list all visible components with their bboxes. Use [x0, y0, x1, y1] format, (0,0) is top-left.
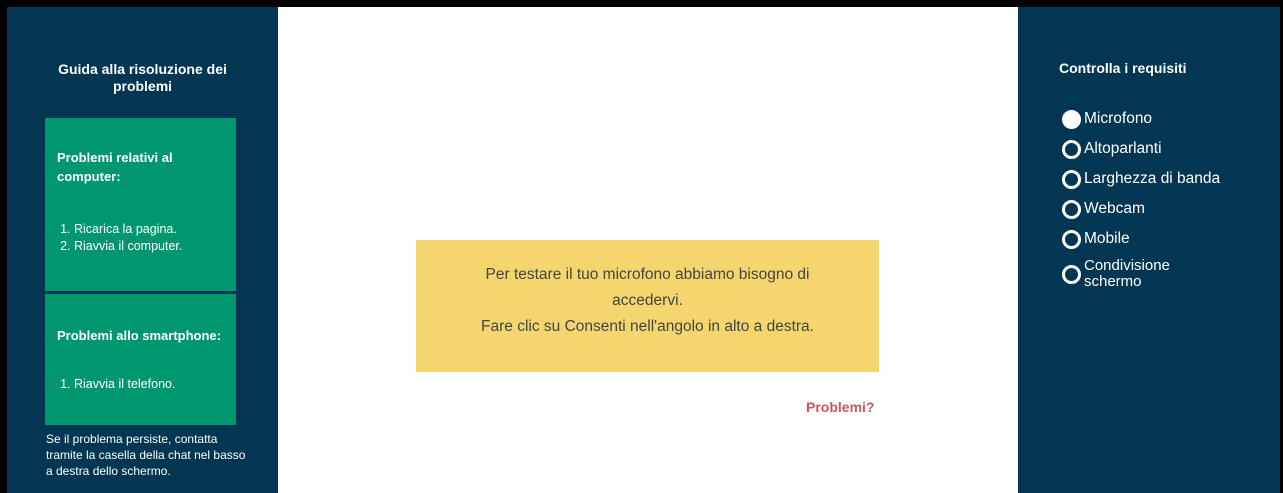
check-circle-empty-icon — [1062, 139, 1081, 159]
problems-link[interactable]: Problemi? — [806, 399, 874, 415]
computer-problems-title: Problemi relativi al computer: — [57, 150, 173, 184]
requirement-screen-sharing: Condivisione schermo — [1062, 254, 1272, 294]
requirements-list: Microfono Altoparlanti Larghezza di band… — [1062, 104, 1272, 294]
smartphone-steps-list: Riavvia il telefono. — [57, 376, 175, 393]
requirement-label: Larghezza di banda — [1084, 170, 1221, 187]
support-footer-text: Se il problema persiste, contatta tramit… — [46, 432, 246, 478]
notice-line-2: Fare clic su Consenti nell'angolo in alt… — [481, 318, 814, 335]
list-item: Riavvia il computer. — [74, 238, 182, 255]
requirement-mobile: Mobile — [1062, 224, 1272, 254]
troubleshooting-title: Guida alla risoluzione dei problemi — [58, 61, 227, 94]
check-circle-empty-icon — [1062, 229, 1081, 249]
check-circle-empty-icon — [1062, 199, 1081, 219]
check-circle-empty-icon — [1062, 264, 1081, 284]
smartphone-problems-card: Problemi allo smartphone: Riavvia il tel… — [45, 294, 236, 425]
requirements-sidebar: Controlla i requisiti Microfono Altoparl… — [1018, 7, 1280, 493]
requirement-label: Altoparlanti — [1084, 140, 1162, 157]
requirement-label: Webcam — [1084, 200, 1145, 217]
requirement-webcam: Webcam — [1062, 194, 1272, 224]
requirement-label: Microfono — [1084, 110, 1153, 127]
troubleshooting-sidebar: Guida alla risoluzione dei problemi Prob… — [7, 7, 278, 493]
requirement-label: Condivisione schermo — [1084, 257, 1170, 290]
list-item: Ricarica la pagina. — [74, 221, 182, 238]
requirements-title: Controlla i requisiti — [1059, 60, 1187, 76]
requirement-label: Mobile — [1084, 230, 1130, 247]
computer-problems-card: Problemi relativi al computer: Ricarica … — [45, 118, 236, 291]
check-circle-filled-icon — [1062, 109, 1081, 129]
list-item: Riavvia il telefono. — [74, 376, 175, 393]
requirement-microphone: Microfono — [1062, 104, 1272, 134]
notice-line-1: Per testare il tuo microfono abbiamo bis… — [485, 266, 810, 309]
microphone-permission-notice: Per testare il tuo microfono abbiamo bis… — [416, 240, 879, 372]
computer-steps-list: Ricarica la pagina. Riavvia il computer. — [57, 221, 182, 255]
requirement-speakers: Altoparlanti — [1062, 134, 1272, 164]
check-circle-empty-icon — [1062, 169, 1081, 189]
smartphone-problems-title: Problemi allo smartphone: — [57, 328, 221, 343]
requirement-bandwidth: Larghezza di banda — [1062, 164, 1272, 194]
